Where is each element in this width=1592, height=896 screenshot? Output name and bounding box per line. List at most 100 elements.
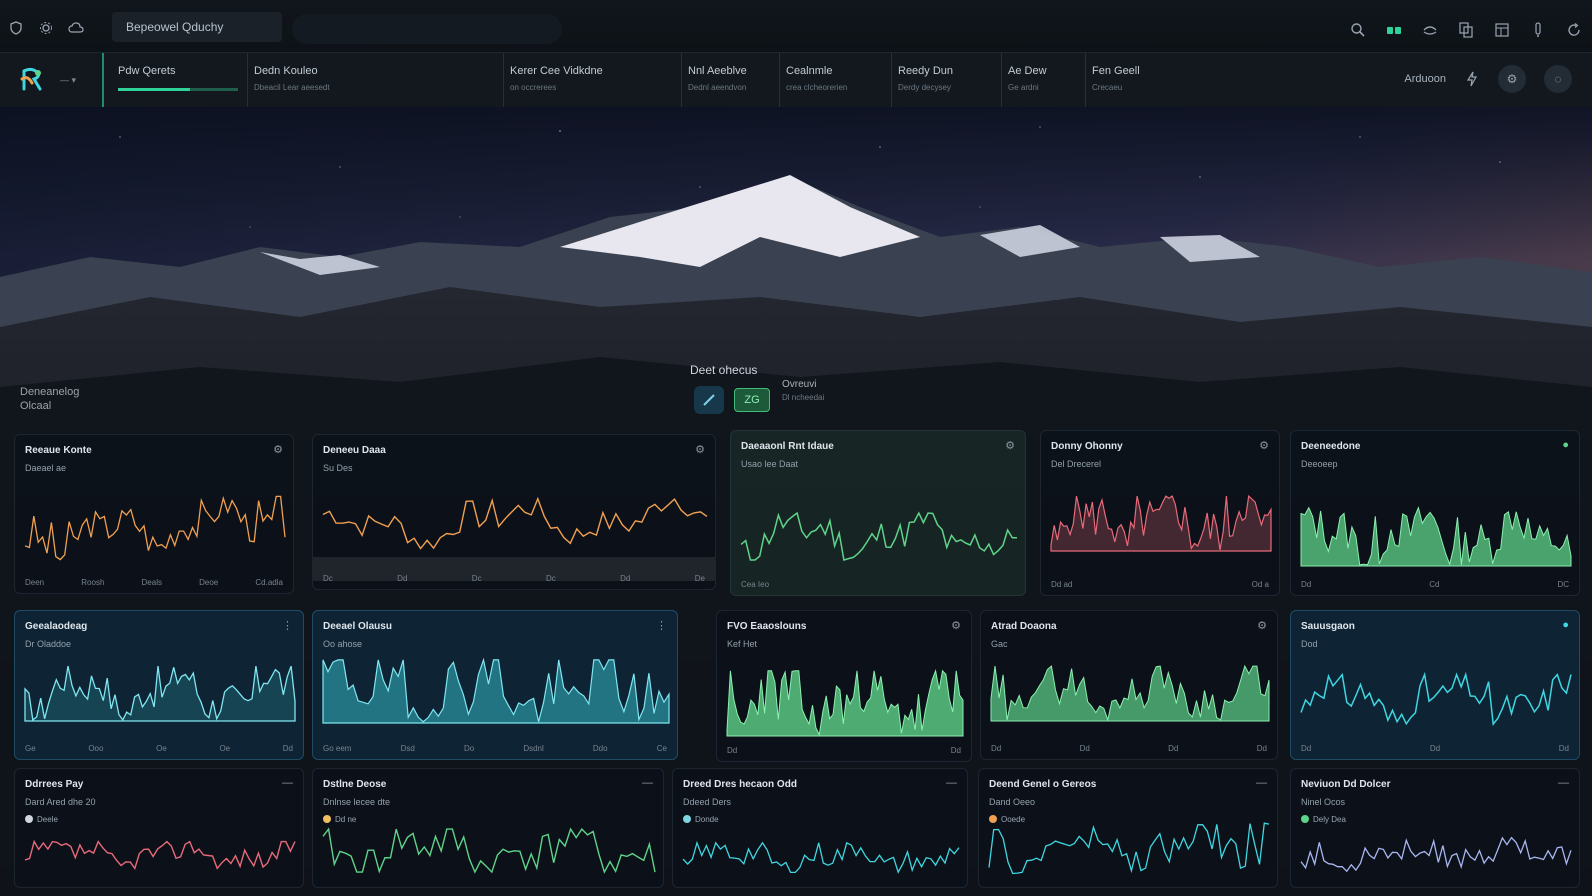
panel-title: Reeaue Konte [25,445,92,456]
chart-panel-9[interactable]: Sauusgaon Dod ● Dd Dd Dd [1290,610,1580,760]
nav-tab-7[interactable]: Fen Geell Crecaeu [1086,53,1176,107]
panel-menu-icon[interactable]: ⚙ [1257,619,1267,632]
area-chart [322,657,670,724]
legend-item: Ooede [989,815,1025,824]
tick-label: Dd [1301,580,1312,589]
chart-panel-4[interactable]: Deeneedone Deeoeep ● Dd Cd DC [1290,430,1580,596]
hero-left-title: Deneanelog [20,386,80,398]
area-chart [1300,506,1572,567]
panel-title: Atrad Doaona [991,621,1057,632]
panel-subtitle: Deeoeep [1301,459,1338,469]
chart-panel-2[interactable]: Daeaaonl Rnt Idaue Usao lee Daat ⚙ Cea I… [730,430,1026,596]
panel-subtitle: Daeael ae [25,463,67,473]
hero-desc-sub: Dl ncheedai [782,393,825,402]
panel-axis: Deen Roosh Deals Deoe Cd.adla [25,578,283,587]
panel-menu-icon[interactable]: ⋮ [282,619,293,632]
hero-center-label: Deet ohecus [690,363,758,377]
panel-axis: Dd Cd DC [1301,580,1569,589]
panel-subtitle: Dand Oeeo [989,797,1036,807]
legend-item: Dd ne [323,815,356,824]
nav-tab-2[interactable]: Kerer Cee Vidkdne on occrerees [504,53,682,107]
title-bar-icons [8,20,84,36]
panel-subtitle: Dnlnse lecee dte [323,797,391,807]
chart-panel-14[interactable]: Neviuon Dd Dolcer Ninel Ocos — Dely Dea [1290,768,1580,888]
chart-panel-7[interactable]: FVO Eaaoslouns Kef Het ⚙ Dd Dd [716,610,972,762]
nav-tab-3[interactable]: Nnl Aeeblve Dednl aeendvon [682,53,780,107]
tick-label: Dsd [400,744,415,753]
panel-menu-icon[interactable]: ⚙ [273,443,283,456]
nav-tab-subtitle: Crecaeu [1092,83,1123,92]
chart-panel-13[interactable]: Deend Genel o Gereos Dand Oeeo — Ooede [978,768,1278,888]
chart-panel-6[interactable]: Deeael Olausu Oo ahose ⋮ Go eem Dsd Do D… [312,610,678,760]
panel-menu-icon[interactable]: — [282,777,293,789]
chart-panel-10[interactable]: Ddrrees Pay Dard Ared dhe 20 — Deele [14,768,304,888]
chart-panel-5[interactable]: Geealaodeag Dr Oladdoe ⋮ Ge Ooo Oe Oe Dd [14,610,304,760]
info-icon[interactable] [1530,22,1546,38]
search-bar[interactable] [292,14,562,44]
panel-menu-icon[interactable]: ⋮ [656,619,667,632]
hero-actions: ZG [694,386,770,414]
panel-subtitle: Usao lee Daat [741,459,799,469]
panel-menu-icon[interactable]: ⚙ [1259,439,1269,452]
title-bar: Bepeowel Qduchy [0,0,1592,53]
panel-menu-icon[interactable]: ⚙ [951,619,961,632]
nav-tab-6[interactable]: Ae Dew Ge ardni [1002,53,1086,107]
chart-panel-11[interactable]: Dstlne Deose Dnlnse lecee dte — Dd ne [312,768,664,888]
gear-icon[interactable] [38,20,54,36]
chart-panel-0[interactable]: Reeaue Konte Daeael ae ⚙ Deen Roosh Deal… [14,434,294,594]
tick-label: Ooo [88,744,104,753]
panel-title: Deeneedone [1301,441,1361,452]
nav-tab-1[interactable]: Dedn Kouleo Dbeacil Lear aeesedt [248,53,504,107]
edit-icon[interactable] [694,386,724,414]
panel-menu-icon[interactable]: ⚙ [695,443,705,456]
chevron-down-icon[interactable]: — ▾ [60,75,76,86]
chart-panel-3[interactable]: Donny Ohonny Del Drecerel ⚙ Dd ad Od a [1040,430,1280,596]
panel-menu-icon[interactable]: — [1256,777,1267,789]
panel-subtitle: Dod [1301,639,1318,649]
profile-icon[interactable]: ◌ [1544,65,1572,93]
tick-label: De [694,574,705,583]
panel-axis: Go eem Dsd Do Dsdnl Ddo Ce [323,744,667,753]
nav-tab-title: Nnl Aeeblve [688,65,747,77]
search-icon[interactable] [1350,22,1366,38]
shield-icon[interactable] [8,20,24,36]
panel-menu-icon[interactable]: — [1558,777,1569,789]
nav-actions: Arduoon ⚙ ◌ [1404,65,1572,93]
hero-action-button[interactable]: ZG [734,388,770,412]
layout-icon[interactable] [1494,22,1510,38]
tick-label: Od a [1251,580,1269,589]
tick-label: Dd [727,746,738,755]
panel-title: Deeael Olausu [323,621,392,632]
panel-menu-icon[interactable]: ⚙ [1005,439,1015,452]
nav-tab-4[interactable]: Cealnmle crea clcheorerien [780,53,892,107]
nav-tab-subtitle: Dbeacil Lear aeesedt [254,83,330,92]
panel-axis: Dd Dd [727,746,961,755]
nav-tab-progress [118,88,238,91]
nav-tab-subtitle: Dednl aeendvon [688,83,747,92]
status-icon[interactable] [1386,22,1402,38]
app-logo-icon[interactable] [18,65,46,93]
panel-menu-icon[interactable]: ● [1562,439,1569,451]
settings-icon[interactable]: ⚙ [1498,65,1526,93]
lightning-icon[interactable] [1464,71,1480,87]
line-chart [24,495,286,561]
chart-panel-12[interactable]: Dreed Dres hecaon Odd Ddeed Ders — Donde [672,768,968,888]
cloud-icon[interactable] [68,20,84,36]
nav-tab-0[interactable]: Pdw Qerets [112,53,248,107]
tick-label: Oe [219,744,231,753]
account-label[interactable]: Arduoon [1404,73,1446,85]
panel-menu-icon[interactable]: ● [1562,619,1569,631]
panel-axis: Ge Ooo Oe Oe Dd [25,744,293,753]
navigation-bar: — ▾ Pdw Qerets Dedn Kouleo Dbeacil Lear … [0,53,1592,108]
nav-tab-5[interactable]: Reedy Dun Derdy decysey [892,53,1002,107]
refresh-icon[interactable] [1566,22,1582,38]
panel-menu-icon[interactable]: — [642,777,653,789]
chart-panel-8[interactable]: Atrad Doaona Gac ⚙ Dd Dd Dd Dd [980,610,1278,760]
panel-menu-icon[interactable]: — [946,777,957,789]
copy-icon[interactable] [1458,22,1474,38]
area-chart [990,664,1270,722]
chart-panel-1[interactable]: Deneeu Daaa Su Des ⚙ Dc Dd Dc Dc Dd De [312,434,716,590]
panel-title: Deneeu Daaa [323,445,386,456]
sync-icon[interactable] [1422,22,1438,38]
panel-title: Dreed Dres hecaon Odd [683,779,797,790]
